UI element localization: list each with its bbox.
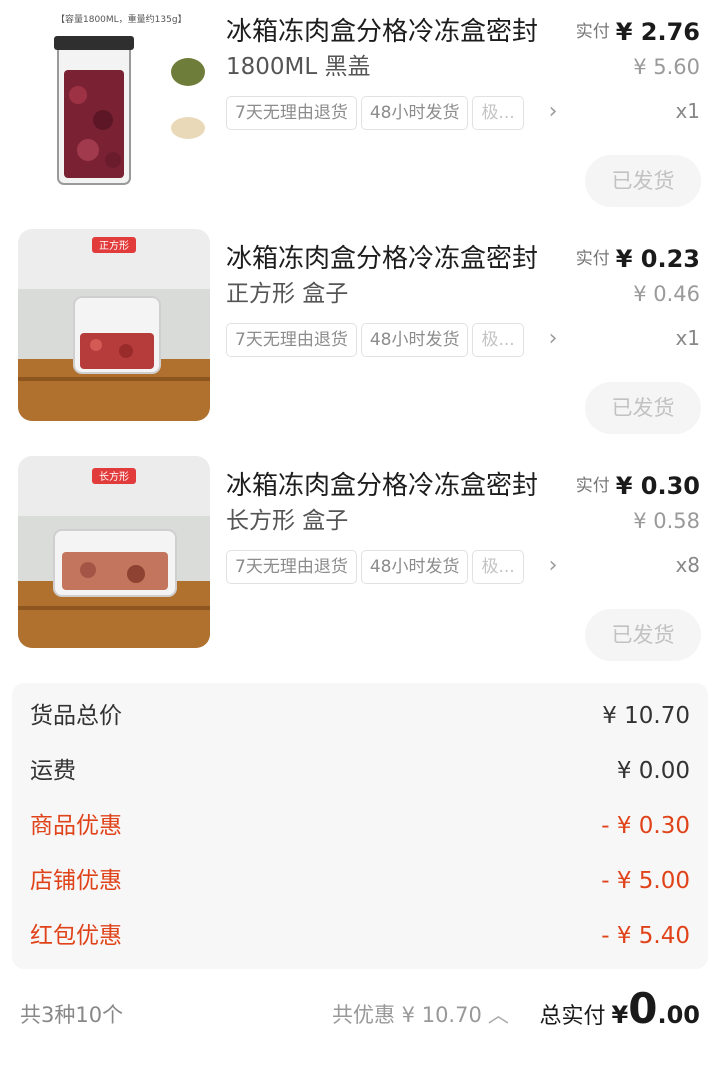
goods-total-value: ¥ 10.70 [602,703,690,729]
store-discount-value: - ¥ 5.00 [601,868,690,894]
total-discount: 共优惠 ¥ 10.70 [332,1003,482,1027]
chevron-right-icon[interactable]: › [540,550,566,582]
service-tag: 7天无理由退货 [226,96,357,130]
product-spec: 1800ML 黑盖 [226,54,371,80]
service-tag: 极... [472,550,524,584]
service-tag: 48小时发货 [360,550,469,584]
total-discount-toggle[interactable]: 共优惠 ¥ 10.70 ︿ [332,998,509,1032]
product-image[interactable]: 【容量1800ML，重量约135g】 [18,0,210,192]
paid-price: 实付 ¥ 0.30 [576,468,700,504]
image-caption: 【容量1800ML，重量约135g】 [56,13,187,25]
product-discount-label: 商品优惠 [30,813,122,839]
goods-total-label: 货品总价 [30,703,122,729]
red-packet-discount-row: 红包优惠 - ¥ 5.40 [30,916,690,956]
product-spec: 正方形 盒子 [226,281,349,307]
paid-amount: ¥ 2.76 [615,18,700,46]
original-price: ¥ 5.60 [633,55,700,79]
shipped-button[interactable]: 已发货 [585,155,701,207]
price-summary: 货品总价 ¥ 10.70 运费 ¥ 0.00 商品优惠 - ¥ 0.30 店铺优… [12,683,708,969]
order-item[interactable]: 【容量1800ML，重量约135g】 冰箱冻肉盒分格冷冻盒密封 1800ML 黑… [0,0,720,227]
paid-amount: ¥ 0.30 [615,472,700,500]
total-paid-currency: ¥ [611,1001,629,1029]
quantity: x1 [675,326,700,350]
total-paid-label: 总实付 [539,1004,606,1029]
quantity: x1 [675,99,700,123]
paid-amount: ¥ 0.23 [615,245,700,273]
order-item[interactable]: 长方形 冰箱冻肉盒分格冷冻盒密封 长方形 盒子 7天无理由退货 48小时发货 极..… [0,454,720,681]
shipped-button[interactable]: 已发货 [585,382,701,434]
shipping-row: 运费 ¥ 0.00 [30,751,690,791]
service-tags: 7天无理由退货 48小时发货 极... [226,323,562,359]
service-tag: 7天无理由退货 [226,323,357,357]
total-paid-decimal: .00 [657,1001,700,1029]
service-tag: 48小时发货 [360,323,469,357]
shipping-value: ¥ 0.00 [616,758,690,784]
product-image[interactable]: 正方形 [18,229,210,421]
store-discount-label: 店铺优惠 [30,868,122,894]
service-tag: 极... [472,323,524,357]
total-paid: 总实付 ¥0.00 [540,984,700,1044]
product-title[interactable]: 冰箱冻肉盒分格冷冻盒密封 [226,14,566,50]
store-discount-row: 店铺优惠 - ¥ 5.00 [30,861,690,901]
product-title[interactable]: 冰箱冻肉盒分格冷冻盒密封 [226,468,566,504]
chevron-right-icon[interactable]: › [540,323,566,355]
paid-label: 实付 [575,22,610,42]
total-paid-integer: 0 [628,984,658,1033]
product-discount-value: - ¥ 0.30 [601,813,690,839]
product-title[interactable]: 冰箱冻肉盒分格冷冻盒密封 [226,241,566,277]
chevron-up-icon: ︿ [487,1003,509,1027]
shipped-button[interactable]: 已发货 [585,609,701,661]
paid-price: 实付 ¥ 0.23 [576,241,700,277]
service-tag: 48小时发货 [360,96,469,130]
service-tags: 7天无理由退货 48小时发货 极... [226,96,562,132]
quantity: x8 [675,553,700,577]
service-tags: 7天无理由退货 48小时发货 极... [226,550,562,586]
image-sticker: 长方形 [99,470,129,483]
red-packet-discount-value: - ¥ 5.40 [601,923,690,949]
shipping-label: 运费 [30,758,76,784]
item-count: 共3种10个 [20,1003,124,1027]
chevron-right-icon[interactable]: › [540,96,566,128]
product-spec: 长方形 盒子 [226,508,349,534]
product-image[interactable]: 长方形 [18,456,210,648]
paid-label: 实付 [575,476,610,496]
original-price: ¥ 0.46 [633,282,700,306]
original-price: ¥ 0.58 [633,509,700,533]
service-tag: 7天无理由退货 [226,550,357,584]
order-item[interactable]: 正方形 冰箱冻肉盒分格冷冻盒密封 正方形 盒子 7天无理由退货 48小时发货 极..… [0,227,720,454]
product-discount-row: 商品优惠 - ¥ 0.30 [30,806,690,846]
goods-total-row: 货品总价 ¥ 10.70 [30,696,690,736]
image-sticker: 正方形 [99,239,129,252]
paid-label: 实付 [575,249,610,269]
service-tag: 极... [472,96,524,130]
paid-price: 实付 ¥ 2.76 [576,14,700,50]
order-footer: 共3种10个 共优惠 ¥ 10.70 ︿ 总实付 ¥0.00 [0,970,720,1065]
red-packet-discount-label: 红包优惠 [30,923,122,949]
